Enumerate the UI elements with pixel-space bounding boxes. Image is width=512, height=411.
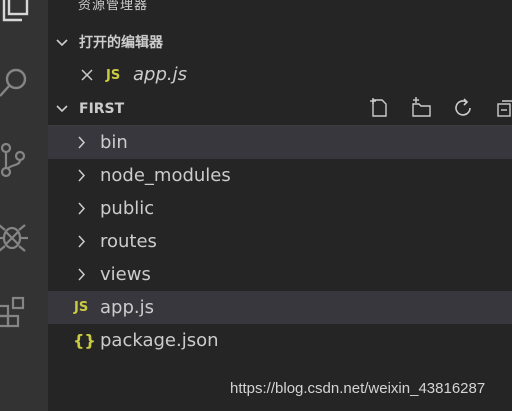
tree-folder-node-modules[interactable]: node_modules — [48, 159, 512, 192]
tree-item-label: views — [100, 264, 151, 285]
activity-bar — [0, 0, 48, 411]
debug-icon[interactable] — [0, 212, 48, 260]
explorer-title: 资源管理器 — [78, 0, 149, 13]
chevron-down-icon — [56, 105, 68, 113]
search-icon[interactable] — [0, 56, 48, 104]
explorer-icon[interactable] — [0, 0, 48, 26]
explorer-sidebar: 资源管理器 打开的编辑器 JS app.js FIRST bin node_mo… — [48, 0, 512, 411]
tree-item-label: node_modules — [100, 165, 231, 186]
close-icon[interactable] — [79, 67, 95, 83]
new-file-icon[interactable] — [368, 96, 390, 120]
source-control-icon[interactable] — [0, 134, 48, 182]
folder-header[interactable]: FIRST — [48, 95, 512, 123]
tree-folder-bin[interactable]: bin — [48, 126, 512, 159]
chevron-right-icon — [78, 202, 86, 215]
open-editors-label: 打开的编辑器 — [79, 35, 163, 51]
tree-item-label: routes — [100, 231, 157, 252]
watermark-url: https://blog.csdn.net/weixin_43816287 — [230, 380, 486, 397]
extensions-icon[interactable] — [0, 288, 48, 336]
open-editor-filename: app.js — [133, 64, 187, 85]
tree-item-label: package.json — [100, 330, 219, 351]
refresh-icon[interactable] — [453, 96, 475, 120]
chevron-right-icon — [78, 169, 86, 182]
open-editors-header[interactable]: 打开的编辑器 — [48, 29, 512, 57]
open-editor-item[interactable]: JS app.js — [48, 59, 512, 92]
chevron-right-icon — [78, 136, 86, 149]
chevron-right-icon — [78, 235, 86, 248]
tree-item-label: app.js — [100, 297, 154, 318]
tree-file-app-js[interactable]: JS app.js — [48, 291, 512, 324]
tree-folder-public[interactable]: public — [48, 192, 512, 225]
tree-folder-views[interactable]: views — [48, 258, 512, 291]
new-folder-icon[interactable] — [410, 96, 432, 120]
tree-item-label: public — [100, 198, 155, 219]
chevron-down-icon — [56, 39, 68, 47]
js-file-icon: JS — [106, 68, 121, 83]
collapse-all-icon[interactable] — [494, 96, 512, 120]
folder-label: FIRST — [79, 101, 125, 117]
js-file-icon: JS — [74, 300, 89, 315]
tree-file-package-json[interactable]: {} package.json — [48, 324, 512, 357]
tree-folder-routes[interactable]: routes — [48, 225, 512, 258]
json-file-icon: {} — [73, 331, 96, 350]
chevron-right-icon — [78, 268, 86, 281]
tree-item-label: bin — [100, 132, 128, 153]
